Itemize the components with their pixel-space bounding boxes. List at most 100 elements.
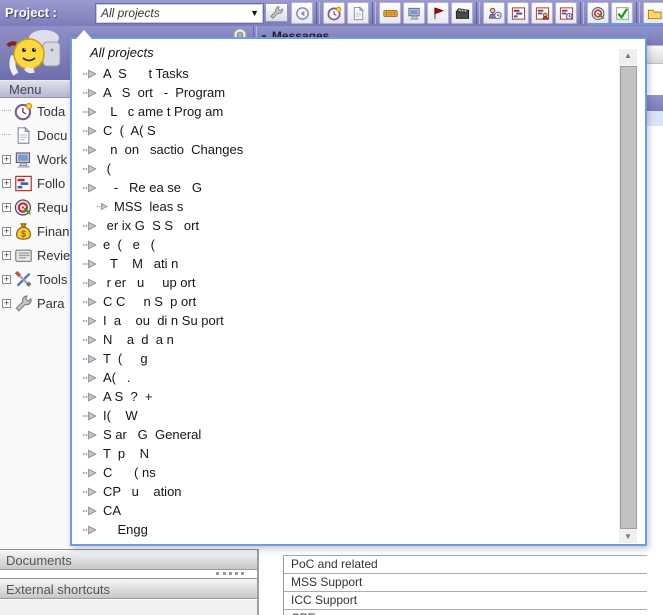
project-option[interactable]: er ix G S S ort [78, 216, 617, 235]
panel-footer [0, 600, 257, 615]
expand-plus-icon[interactable]: + [2, 251, 11, 260]
project-option[interactable]: CP u ation [78, 482, 617, 501]
chevron-down-icon[interactable]: ▼ [250, 8, 259, 18]
menu-item-finan[interactable]: +$Finan [0, 219, 70, 243]
expand-plus-icon[interactable]: + [2, 299, 11, 308]
project-option-label: er ix G S S ort [103, 218, 199, 233]
gantt-time-button[interactable] [555, 2, 577, 24]
wrench-icon [269, 5, 284, 20]
scroll-down-button[interactable]: ▼ [619, 530, 637, 543]
objectives-button[interactable] [587, 2, 609, 24]
project-option[interactable]: CA [78, 501, 617, 520]
project-option[interactable]: n on sactio Changes [78, 140, 617, 159]
project-arrow-icon [82, 145, 98, 155]
project-option-label: N a d a n [103, 332, 174, 347]
expand-plus-icon[interactable]: + [2, 155, 11, 164]
project-option-all[interactable]: All projects [78, 45, 617, 64]
project-option-label: I( W [103, 408, 138, 423]
smiley-mascot-icon [0, 67, 70, 80]
project-option[interactable]: A S t Tasks [78, 64, 617, 83]
projects-dropdown: All projects A S t TasksA S ort - Progra… [70, 37, 647, 546]
project-option[interactable]: T M ati n [78, 254, 617, 273]
menu-item-revie[interactable]: + Revie [0, 243, 70, 267]
project-option[interactable]: I a ou di n Su port [78, 311, 617, 330]
project-combobox[interactable]: All projects ▼ [95, 3, 264, 24]
table-row[interactable]: CPE [284, 610, 647, 615]
table-row[interactable]: PoC and related [284, 556, 647, 574]
document-button[interactable] [347, 2, 369, 24]
menu-item-work[interactable]: +Work [0, 147, 70, 171]
ticket-button[interactable] [379, 2, 401, 24]
project-option-label: A S ? + [103, 389, 156, 404]
scrollbar-thumb[interactable] [620, 66, 637, 529]
gantt-resource-button[interactable] [531, 2, 553, 24]
history-icon [295, 6, 310, 21]
project-option[interactable]: T p N [78, 444, 617, 463]
project-option[interactable]: A S ort - Program [78, 83, 617, 102]
project-combobox-value: All projects [101, 6, 160, 20]
menu-item-requ[interactable]: +Requ [0, 195, 70, 219]
planning-gantt-button[interactable] [507, 2, 529, 24]
project-arrow-icon [82, 354, 98, 364]
expand-plus-icon[interactable]: + [2, 179, 11, 188]
milestone-flag-button[interactable] [427, 2, 449, 24]
project-arrow-icon [82, 297, 98, 307]
project-option[interactable]: A S ? + [78, 387, 617, 406]
clock-icon [327, 6, 342, 21]
today-button[interactable] [323, 2, 345, 24]
menu-item-para[interactable]: +Para [0, 291, 70, 315]
project-option[interactable]: C ( A( S [78, 121, 617, 140]
project-option[interactable]: I( W [78, 406, 617, 425]
project-option[interactable]: L c ame t Prog am [78, 102, 617, 121]
folder-button[interactable] [643, 2, 663, 24]
project-settings-button[interactable] [265, 3, 288, 22]
project-option[interactable]: r er u up ort [78, 273, 617, 292]
tools-icon [14, 270, 33, 289]
page-icon [351, 6, 366, 21]
menu-item-toda[interactable]: Toda [0, 99, 70, 123]
project-option[interactable]: N a d a n [78, 330, 617, 349]
project-option[interactable]: T ( g [78, 349, 617, 368]
app-logo [0, 26, 70, 80]
history-button[interactable] [291, 2, 313, 24]
gantt-icon [14, 174, 33, 193]
project-option-label: CA [103, 503, 138, 518]
project-arrow-icon [82, 411, 98, 421]
workstation-button[interactable] [403, 2, 425, 24]
project-option[interactable]: Engg [78, 520, 617, 539]
scroll-up-button[interactable]: ▲ [619, 49, 637, 62]
expand-plus-icon[interactable]: + [2, 227, 11, 236]
project-option[interactable]: - Re ea se G [78, 178, 617, 197]
menu-item-follo[interactable]: +Follo [0, 171, 70, 195]
right-panel-header-edge [646, 95, 663, 111]
flag-icon [431, 6, 446, 21]
table-row[interactable]: MSS Support [284, 574, 647, 592]
menu-item-label: Revie [37, 248, 70, 263]
checklist-button[interactable] [611, 2, 633, 24]
menu-item-tools[interactable]: +Tools [0, 267, 70, 291]
clock-icon [14, 102, 33, 121]
project-option[interactable]: ( [78, 159, 617, 178]
resource-time-button[interactable] [483, 2, 505, 24]
project-arrow-icon [82, 316, 98, 326]
project-option[interactable]: CPE Releases [78, 539, 617, 542]
expand-plus-icon[interactable]: + [2, 203, 11, 212]
actions-button[interactable] [451, 2, 473, 24]
menu-list: TodaDocu+Work+Follo+Requ+$Finan+Revie+To… [0, 99, 70, 315]
documents-panel-header[interactable]: Documents [0, 549, 257, 570]
project-option[interactable]: A( . [78, 368, 617, 387]
menu-item-docu[interactable]: Docu [0, 123, 70, 147]
project-option[interactable]: e ( e ( [78, 235, 617, 254]
table-row[interactable]: ICC Support [284, 592, 647, 610]
dropdown-scrollbar[interactable]: ▲ ▼ [619, 49, 637, 543]
news-icon [14, 246, 33, 265]
project-option[interactable]: C ( ns [78, 463, 617, 482]
external-shortcuts-panel-header[interactable]: External shortcuts [0, 578, 257, 599]
project-option[interactable]: MSS leas s [78, 197, 617, 216]
expand-plus-icon[interactable]: + [2, 275, 11, 284]
project-arrow-icon [82, 88, 98, 98]
project-option[interactable]: S ar G General [78, 425, 617, 444]
toolbar-separator [580, 2, 584, 24]
monitor-icon [14, 150, 33, 169]
project-option[interactable]: C C n S p ort [78, 292, 617, 311]
